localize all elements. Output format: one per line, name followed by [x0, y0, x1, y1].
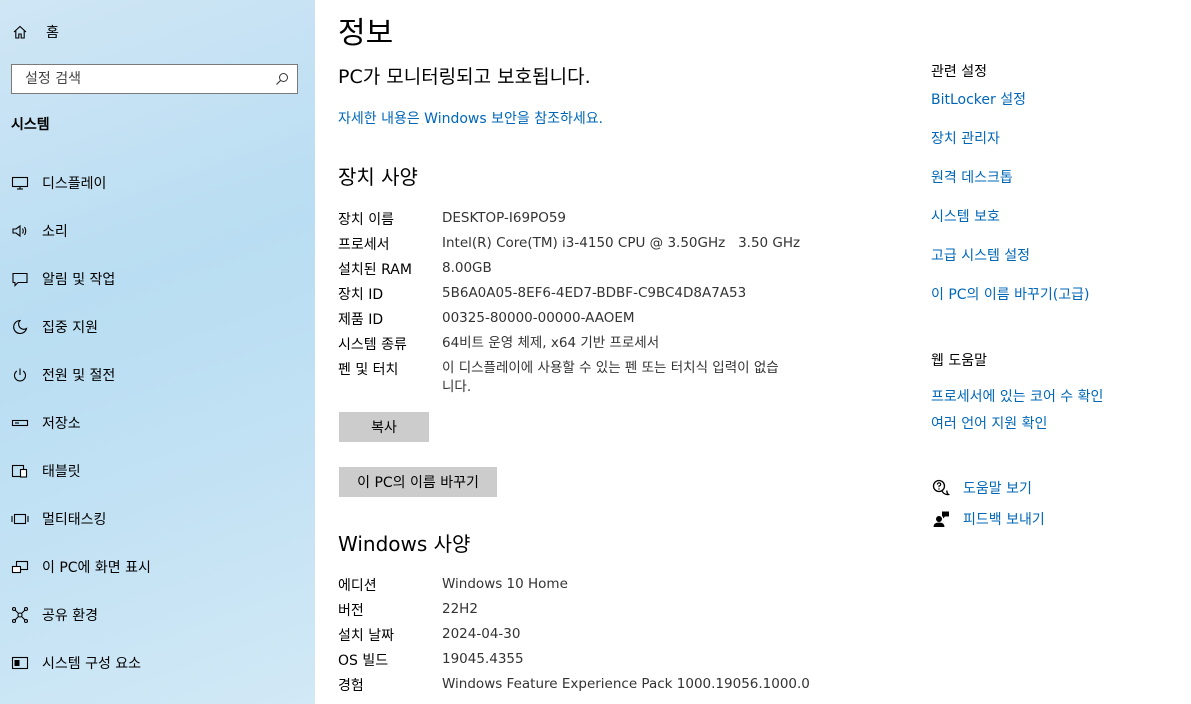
- get-help-row[interactable]: 도움말 보기: [931, 478, 1032, 498]
- rename-pc-advanced-link[interactable]: 이 PC의 이름 바꾸기(고급): [931, 284, 1089, 304]
- sidebar-item-tablet[interactable]: 태블릿: [0, 451, 315, 491]
- page-title: 정보: [338, 16, 394, 51]
- notification-icon: [10, 269, 30, 289]
- language-support-link[interactable]: 여러 언어 지원 확인: [931, 413, 1047, 433]
- sidebar-item-label: 디스플레이: [42, 176, 107, 192]
- spec-value: 8.00GB: [442, 260, 492, 276]
- spec-key: 펜 및 터치: [338, 362, 399, 378]
- sidebar-item-label: 저장소: [42, 416, 81, 432]
- components-icon: [10, 653, 30, 673]
- device-manager-link[interactable]: 장치 관리자: [931, 128, 1000, 148]
- sidebar-item-label: 태블릿: [42, 464, 81, 480]
- spec-key: 장치 ID: [338, 287, 384, 303]
- spec-value: 19045.4355: [442, 651, 524, 667]
- home-icon: [13, 25, 27, 39]
- copy-button[interactable]: 복사: [339, 412, 429, 442]
- search-input[interactable]: [23, 70, 275, 88]
- send-feedback-link[interactable]: 피드백 보내기: [963, 509, 1045, 529]
- sidebar-item-focus-assist[interactable]: 집중 지원: [0, 307, 315, 347]
- shared-experiences-icon: [10, 605, 30, 625]
- spec-value: 00325-80000-00000-AAOEM: [442, 310, 635, 326]
- spec-key: 제품 ID: [338, 312, 384, 328]
- spec-key: 경험: [338, 678, 364, 694]
- rename-pc-button[interactable]: 이 PC의 이름 바꾸기: [339, 467, 497, 497]
- spec-value: DESKTOP-I69PO59: [442, 210, 566, 226]
- tablet-icon: [10, 461, 30, 481]
- feedback-icon: [931, 509, 951, 529]
- protection-status: PC가 모니터링되고 보호됩니다.: [338, 66, 591, 88]
- project-icon: [10, 557, 30, 577]
- speaker-icon: [10, 221, 30, 241]
- bitlocker-settings-link[interactable]: BitLocker 설정: [931, 89, 1026, 109]
- windows-specs-heading: Windows 사양: [338, 532, 471, 556]
- sidebar-item-shared-experiences[interactable]: 공유 환경: [0, 595, 315, 635]
- windows-security-link[interactable]: 자세한 내용은 Windows 보안을 참조하세요.: [338, 108, 603, 128]
- spec-value: 64비트 운영 체제, x64 기반 프로세서: [442, 335, 660, 351]
- section-title: 시스템: [11, 117, 50, 133]
- spec-key: OS 빌드: [338, 653, 389, 669]
- sidebar-item-notifications[interactable]: 알림 및 작업: [0, 259, 315, 299]
- spec-key: 시스템 종류: [338, 337, 407, 353]
- spec-key: 설치된 RAM: [338, 262, 412, 278]
- spec-value: 이 디스플레이에 사용할 수 있는 펜 또는 터치식 입력이 없습니다.: [442, 360, 779, 395]
- sidebar-item-display[interactable]: 디스플레이: [0, 163, 315, 203]
- spec-value: 2024-04-30: [442, 626, 521, 642]
- home-label: 홈: [46, 25, 59, 41]
- storage-icon: [10, 413, 30, 433]
- sidebar-item-label: 소리: [42, 224, 68, 240]
- sidebar-item-multitasking[interactable]: 멀티태스킹: [0, 499, 315, 539]
- multitasking-icon: [10, 509, 30, 529]
- sidebar-item-label: 시스템 구성 요소: [42, 656, 142, 672]
- sidebar-item-label: 집중 지원: [42, 320, 98, 336]
- sidebar-item-label: 멀티태스킹: [42, 512, 107, 528]
- get-help-link[interactable]: 도움말 보기: [963, 478, 1032, 498]
- help-chat-icon: [931, 478, 951, 498]
- search-box[interactable]: [11, 64, 298, 94]
- sidebar-item-projecting[interactable]: 이 PC에 화면 표시: [0, 547, 315, 587]
- monitor-icon: [10, 173, 30, 193]
- sidebar-item-label: 전원 및 절전: [42, 368, 116, 384]
- spec-key: 설치 날짜: [338, 628, 394, 644]
- spec-key: 장치 이름: [338, 212, 394, 228]
- spec-key: 프로세서: [338, 237, 390, 253]
- sidebar-item-storage[interactable]: 저장소: [0, 403, 315, 443]
- sidebar-item-system-components[interactable]: 시스템 구성 요소: [0, 643, 315, 683]
- spec-value: 22H2: [442, 601, 478, 617]
- related-settings-heading: 관련 설정: [931, 64, 987, 80]
- home-link[interactable]: 홈: [12, 20, 59, 44]
- system-protection-link[interactable]: 시스템 보호: [931, 206, 1000, 226]
- sidebar-item-sound[interactable]: 소리: [0, 211, 315, 251]
- web-help-heading: 웹 도움말: [931, 353, 987, 369]
- spec-key: 버전: [338, 603, 364, 619]
- feedback-row[interactable]: 피드백 보내기: [931, 509, 1045, 529]
- spec-value: Windows Feature Experience Pack 1000.190…: [442, 676, 810, 692]
- sidebar: 홈 시스템 디스플레이 소리 알림 및 작업 집중 지원: [0, 0, 315, 704]
- sidebar-item-label: 알림 및 작업: [42, 272, 116, 288]
- advanced-system-settings-link[interactable]: 고급 시스템 설정: [931, 245, 1030, 265]
- moon-icon: [10, 317, 30, 337]
- spec-value: Intel(R) Core(TM) i3-4150 CPU @ 3.50GHz …: [442, 235, 801, 251]
- search-icon[interactable]: [275, 72, 289, 86]
- related-settings-panel: 관련 설정 BitLocker 설정 장치 관리자 원격 데스크톱 시스템 보호…: [931, 0, 1191, 704]
- processor-cores-link[interactable]: 프로세서에 있는 코어 수 확인: [931, 386, 1103, 406]
- spec-value: 5B6A0A05-8EF6-4ED7-BDBF-C9BC4D8A7A53: [442, 285, 747, 301]
- spec-key: 에디션: [338, 578, 377, 594]
- sidebar-item-label: 이 PC에 화면 표시: [42, 560, 151, 576]
- power-icon: [10, 365, 30, 385]
- sidebar-item-label: 공유 환경: [42, 608, 98, 624]
- main-content: 정보 PC가 모니터링되고 보호됩니다. 자세한 내용은 Windows 보안을…: [315, 0, 915, 704]
- sidebar-item-power[interactable]: 전원 및 절전: [0, 355, 315, 395]
- remote-desktop-link[interactable]: 원격 데스크톱: [931, 167, 1013, 187]
- device-specs-heading: 장치 사양: [338, 165, 418, 189]
- spec-value: Windows 10 Home: [442, 576, 568, 592]
